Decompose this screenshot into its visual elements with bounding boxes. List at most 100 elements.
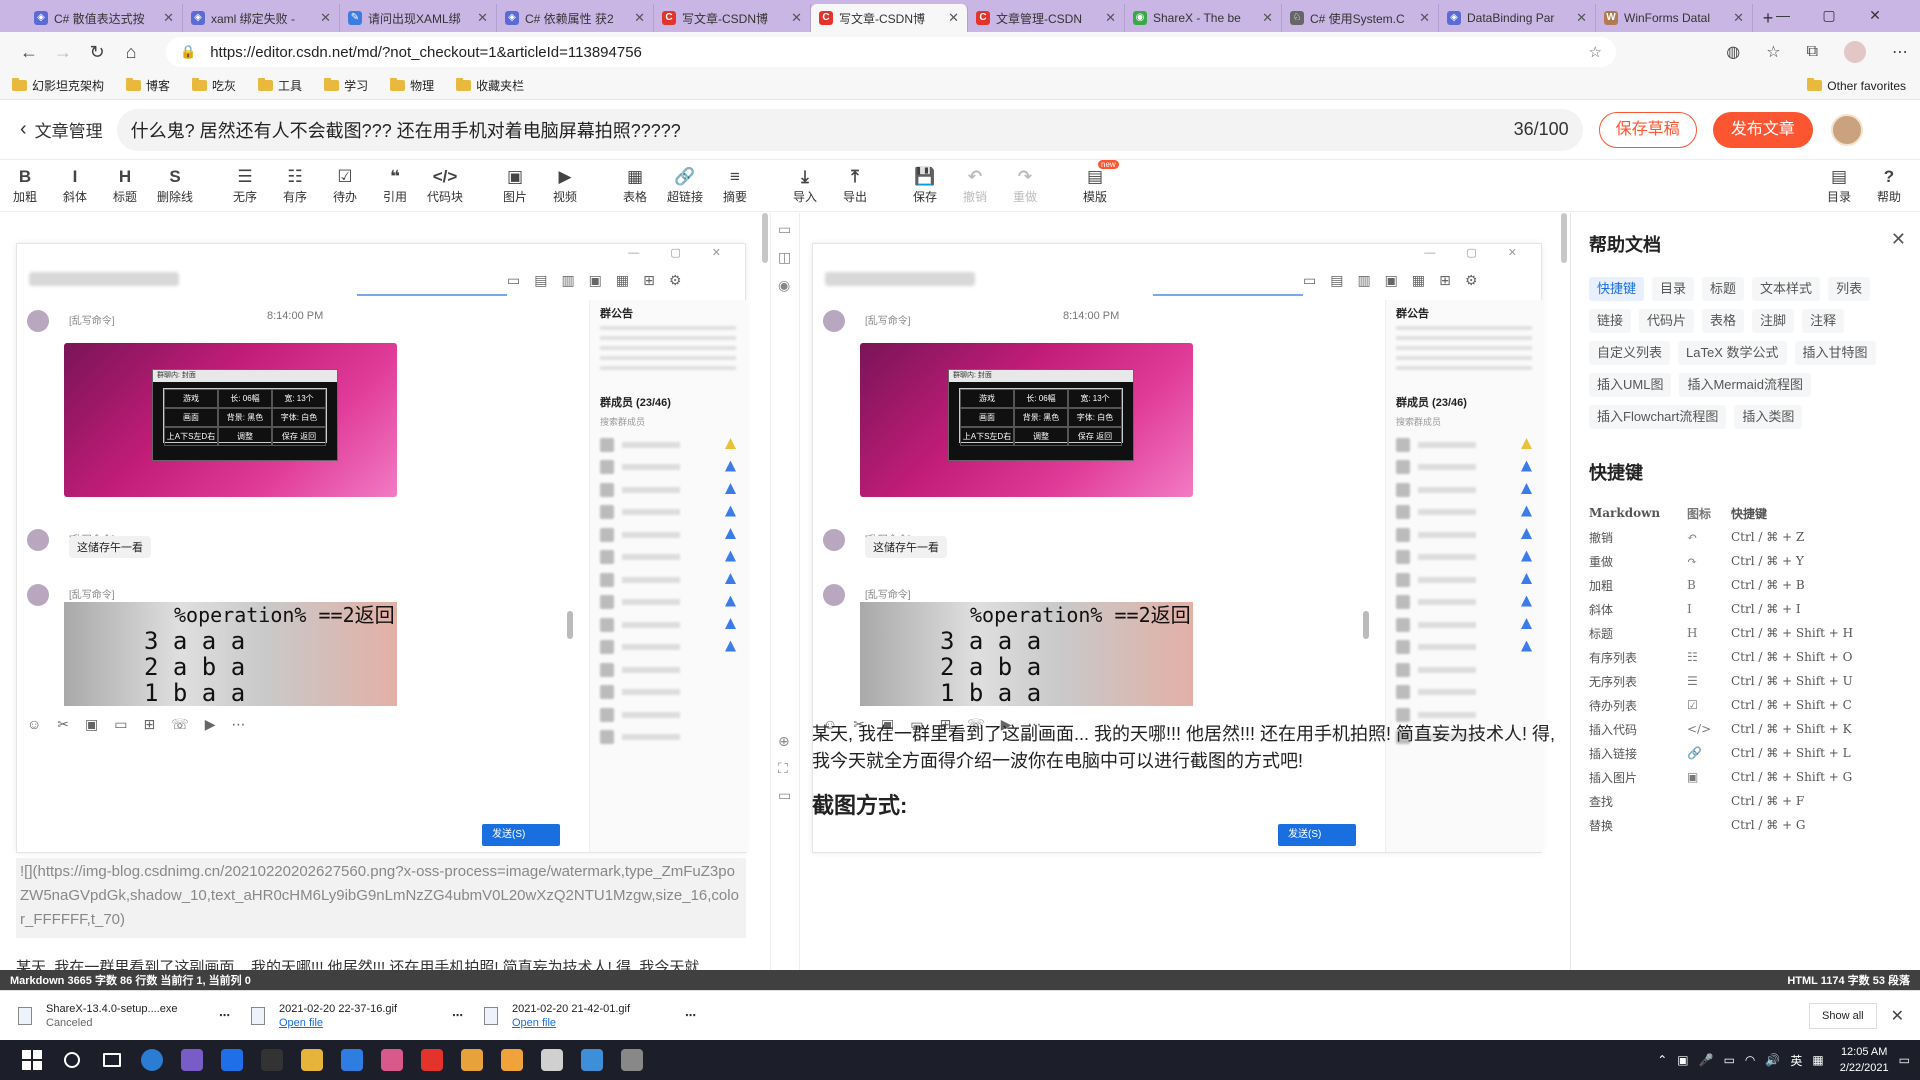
- network-icon[interactable]: ▣: [1677, 1053, 1688, 1067]
- more-options-icon[interactable]: ⋯: [452, 1009, 463, 1022]
- save-draft-button[interactable]: 保存草稿: [1598, 111, 1697, 148]
- browser-tab[interactable]: ◈ DataBinding Par ✕: [1439, 4, 1596, 32]
- mic-icon[interactable]: 🎤: [1699, 1053, 1714, 1067]
- extension-icon[interactable]: ◍: [1726, 42, 1740, 62]
- taskbar-app-icon[interactable]: [452, 1040, 492, 1080]
- bookmark-folder[interactable]: 博客: [126, 77, 170, 94]
- profile-avatar[interactable]: [1844, 41, 1866, 63]
- toolbar-button-7[interactable]: ❝ 引用: [370, 166, 420, 205]
- search-icon[interactable]: [52, 1040, 92, 1080]
- close-icon[interactable]: ✕: [320, 10, 331, 26]
- taskbar-app-icon[interactable]: [492, 1040, 532, 1080]
- close-icon[interactable]: ✕: [1419, 10, 1430, 26]
- taskbar-app-icon[interactable]: [612, 1040, 652, 1080]
- taskbar-app-icon[interactable]: [252, 1040, 292, 1080]
- help-tag-5[interactable]: 链接: [1589, 309, 1632, 333]
- taskbar-app-icon[interactable]: [212, 1040, 252, 1080]
- add-block-icon[interactable]: ⊕: [778, 733, 790, 750]
- toolbar-button-18[interactable]: ↷ 重做: [1000, 166, 1050, 205]
- taskbar-app-icon[interactable]: [132, 1040, 172, 1080]
- toolbar-button-15[interactable]: ⤒ 导出: [830, 166, 880, 205]
- fullscreen-icon[interactable]: ⛶: [778, 760, 788, 777]
- taskbar-app-icon[interactable]: [172, 1040, 212, 1080]
- article-title-input[interactable]: 什么鬼? 居然还有人不会截图??? 还在用手机对着电脑屏幕拍照????? 36/…: [116, 108, 1583, 151]
- toolbar-button-0[interactable]: B 加粗: [0, 166, 50, 205]
- taskbar-app-icon[interactable]: [372, 1040, 412, 1080]
- screen-icon[interactable]: ▭: [778, 787, 791, 804]
- refresh-icon[interactable]: ↻: [80, 42, 114, 63]
- toolbar-button-17[interactable]: ↶ 撤销: [950, 166, 1000, 205]
- toolbar-button-3[interactable]: S 删除线: [150, 166, 200, 205]
- clock[interactable]: 12:05 AM 2/22/2021: [1840, 1044, 1889, 1076]
- close-icon[interactable]: ✕: [634, 10, 645, 26]
- taskbar-app-icon[interactable]: [292, 1040, 332, 1080]
- open-file-link[interactable]: Open file: [279, 1017, 397, 1029]
- windows-start-icon[interactable]: [12, 1040, 52, 1080]
- browser-tab[interactable]: ◈ C# 散值表达式按 ✕: [26, 4, 183, 32]
- task-view-icon[interactable]: [92, 1040, 132, 1080]
- toolbar-button-19[interactable]: ▤ 模版 new: [1070, 160, 1120, 205]
- help-tag-1[interactable]: 目录: [1652, 277, 1695, 301]
- bookmark-other-favorites[interactable]: Other favorites: [1807, 78, 1906, 93]
- editor-scrollbar[interactable]: [762, 213, 768, 263]
- wifi-icon[interactable]: ◠: [1745, 1053, 1755, 1067]
- toolbar-button-8[interactable]: </> 代码块: [420, 166, 470, 205]
- user-avatar[interactable]: [1830, 113, 1863, 146]
- markdown-editor-pane[interactable]: — ▢ ✕▭▤▥▣▦⊞⚙8:14:00 PM[乱写命令][乱写命令][乱写命令]…: [0, 213, 770, 976]
- help-tag-13[interactable]: 插入UML图: [1589, 373, 1672, 397]
- help-tag-16[interactable]: 插入类图: [1734, 405, 1803, 429]
- markdown-image-source[interactable]: ![](https://img-blog.csdnimg.cn/20210220…: [16, 858, 746, 938]
- toolbar-button-4[interactable]: ☰ 无序: [220, 166, 270, 205]
- keyboard-icon[interactable]: ▦: [1812, 1053, 1823, 1067]
- toolbar-button-11[interactable]: ▦ 表格: [610, 166, 660, 205]
- toolbar-button-16[interactable]: 💾 保存: [900, 166, 950, 205]
- help-tag-10[interactable]: 自定义列表: [1589, 341, 1671, 365]
- bookmark-folder[interactable]: 学习: [324, 77, 368, 94]
- close-icon[interactable]: ✕: [1262, 10, 1273, 26]
- browser-tab[interactable]: C 写文章-CSDN博 ✕: [654, 4, 811, 32]
- show-all-button[interactable]: Show all: [1809, 1002, 1877, 1029]
- bookmark-folder[interactable]: 物理: [390, 77, 434, 94]
- toolbar-button-2[interactable]: H 标题: [100, 166, 150, 205]
- toolbar-right-button-1[interactable]: ? 帮助: [1864, 166, 1914, 205]
- favorite-add-icon[interactable]: ☆: [1589, 43, 1602, 61]
- forward-icon[interactable]: →: [46, 42, 80, 63]
- browser-tab[interactable]: W WinForms Datal ✕: [1596, 4, 1753, 32]
- help-tag-0[interactable]: 快捷键: [1589, 277, 1645, 301]
- help-tag-8[interactable]: 注脚: [1752, 309, 1795, 333]
- bookmark-folder[interactable]: 工具: [258, 77, 302, 94]
- publish-button[interactable]: 发布文章: [1712, 111, 1813, 148]
- help-tag-4[interactable]: 列表: [1828, 277, 1871, 301]
- layout-icon[interactable]: ▭: [778, 221, 791, 238]
- help-tag-6[interactable]: 代码片: [1639, 309, 1695, 333]
- help-tag-3[interactable]: 文本样式: [1752, 277, 1821, 301]
- back-icon[interactable]: ←: [12, 42, 46, 63]
- toolbar-button-1[interactable]: I 斜体: [50, 166, 100, 205]
- toolbar-button-9[interactable]: ▣ 图片: [490, 166, 540, 205]
- download-item[interactable]: 2021-02-20 21-42-01.gif Open file ⋯: [484, 1003, 714, 1029]
- browser-tab[interactable]: ◈ C# 依赖属性 获2 ✕: [497, 4, 654, 32]
- chevron-up-icon[interactable]: ⌃: [1657, 1053, 1667, 1067]
- browser-tab[interactable]: ✎ 请问出现XAML绑 ✕: [340, 4, 497, 32]
- url-input[interactable]: 🔒 https://editor.csdn.net/md/?not_checko…: [166, 37, 1616, 67]
- taskbar-app-icon[interactable]: [332, 1040, 372, 1080]
- toolbar-button-10[interactable]: ▶ 视频: [540, 166, 590, 205]
- open-file-link[interactable]: Open file: [512, 1017, 630, 1029]
- help-tag-2[interactable]: 标题: [1702, 277, 1745, 301]
- taskbar-app-icon[interactable]: [532, 1040, 572, 1080]
- toolbar-button-14[interactable]: ⤓ 导入: [780, 166, 830, 205]
- taskbar-app-icon[interactable]: [572, 1040, 612, 1080]
- close-icon[interactable]: ✕: [1852, 0, 1898, 30]
- close-icon[interactable]: ✕: [163, 10, 174, 26]
- toolbar-button-5[interactable]: ☷ 有序: [270, 166, 320, 205]
- close-icon[interactable]: ✕: [1891, 1006, 1904, 1026]
- browser-tab[interactable]: ◉ ShareX - The be ✕: [1125, 4, 1282, 32]
- toolbar-button-6[interactable]: ☑ 待办: [320, 166, 370, 205]
- close-icon[interactable]: ✕: [1105, 10, 1116, 26]
- close-icon[interactable]: ✕: [1733, 10, 1744, 26]
- browser-tab[interactable]: C 文章管理-CSDN ✕: [968, 4, 1125, 32]
- collections-icon[interactable]: ⧉: [1807, 43, 1818, 61]
- help-tag-7[interactable]: 表格: [1702, 309, 1745, 333]
- preview-scrollbar[interactable]: [1561, 213, 1567, 263]
- taskbar-app-icon[interactable]: [412, 1040, 452, 1080]
